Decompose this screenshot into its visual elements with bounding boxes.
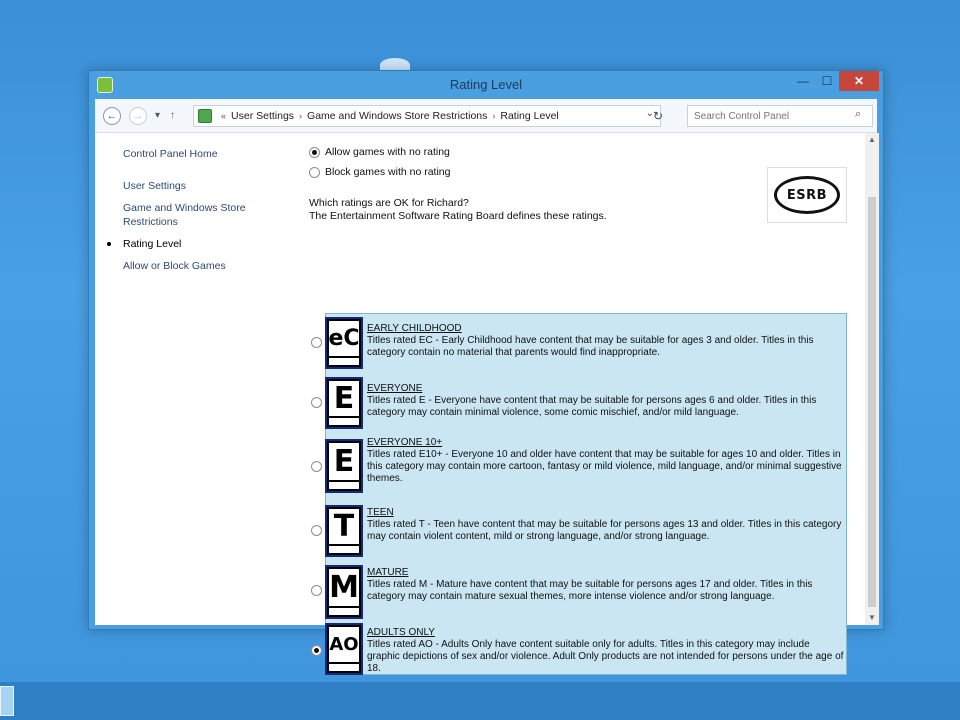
allow-no-rating-label: Allow games with no rating — [325, 146, 450, 158]
rating-title: EVERYONE — [367, 383, 423, 394]
rating-badge-m-icon: M — [325, 565, 363, 619]
up-button[interactable]: ↑ — [170, 110, 175, 121]
breadcrumb-rating-level[interactable]: Rating Level — [500, 110, 558, 122]
rating-title: EVERYONE 10+ — [367, 437, 443, 448]
rating-badge-t-icon: T — [325, 505, 363, 557]
rating-text: TEEN Titles rated T - Teen have content … — [367, 507, 845, 543]
vertical-scrollbar[interactable]: ▲ ▼ — [865, 133, 879, 625]
allow-no-rating-radio[interactable] — [309, 146, 320, 158]
rating-text: MATURE Titles rated M - Mature have cont… — [367, 567, 845, 603]
rating-badge-e10-icon: E — [325, 439, 363, 493]
title-bar[interactable]: Rating Level — ☐ ✕ — [89, 71, 883, 99]
sidebar-item-allow-block-games[interactable]: Allow or Block Games — [123, 259, 273, 273]
rating-radio-teen[interactable] — [311, 525, 322, 536]
rating-option-teen[interactable]: T TEEN Titles rated T - Teen have conten… — [311, 503, 851, 563]
rating-badge-ec-icon: eC — [325, 317, 363, 369]
rating-badge-letter: T — [327, 507, 361, 546]
control-panel-address-icon — [198, 109, 212, 123]
rating-badge-ao-icon: AO — [325, 623, 363, 675]
block-no-rating-label: Block games with no rating — [325, 166, 451, 178]
rating-option-adults-only[interactable]: AO ADULTS ONLY Titles rated AO - Adults … — [311, 623, 851, 675]
breadcrumb-overflow-icon[interactable]: « — [221, 111, 226, 121]
forward-button[interactable]: → — [129, 106, 147, 125]
sidebar-item-rating-level: Rating Level — [107, 237, 273, 251]
allow-no-rating-option[interactable]: Allow games with no rating — [309, 145, 869, 159]
sidebar-item-control-panel-home[interactable]: Control Panel Home — [123, 147, 273, 161]
rating-badge-letter: E — [327, 441, 361, 482]
back-button[interactable]: ← — [103, 106, 121, 125]
search-icon[interactable]: ⌕ — [855, 108, 861, 121]
search-input[interactable] — [687, 105, 873, 127]
close-button[interactable]: ✕ — [839, 71, 879, 91]
main-panel: Allow games with no rating Block games w… — [309, 145, 869, 223]
sidebar: Control Panel Home User Settings Game an… — [107, 147, 273, 281]
block-no-rating-radio[interactable] — [309, 166, 320, 178]
rating-badge-e-icon: E — [325, 377, 363, 429]
rating-title: MATURE — [367, 567, 409, 578]
rating-text: EARLY CHILDHOOD Titles rated EC - Early … — [367, 323, 845, 359]
rating-badge-letter: AO — [327, 625, 361, 664]
rating-text: ADULTS ONLY Titles rated AO - Adults Onl… — [367, 627, 845, 675]
breadcrumb-separator-icon[interactable]: › — [492, 111, 495, 121]
esrb-logo: ESRB — [767, 167, 847, 223]
scroll-down-icon[interactable]: ▼ — [865, 611, 879, 625]
rating-badge-letter: E — [327, 379, 361, 418]
sidebar-item-user-settings[interactable]: User Settings — [123, 179, 273, 193]
taskbar — [0, 682, 960, 720]
esrb-logo-text: ESRB — [774, 176, 840, 214]
rating-option-mature[interactable]: M MATURE Titles rated M - Mature have co… — [311, 563, 851, 623]
rating-description: Titles rated AO - Adults Only have conte… — [367, 639, 844, 674]
badge-footer — [327, 546, 361, 555]
rating-option-early-childhood[interactable]: eC EARLY CHILDHOOD Titles rated EC - Ear… — [311, 313, 851, 373]
scroll-thumb[interactable] — [868, 197, 876, 607]
rating-description: Titles rated T - Teen have content that … — [367, 519, 842, 542]
navigation-bar: ← → ▾ ↑ « User Settings › Game and Windo… — [95, 99, 877, 133]
badge-footer — [327, 482, 361, 491]
sidebar-item-game-restrictions[interactable]: Game and Windows Store Restrictions — [123, 201, 273, 229]
rating-option-everyone[interactable]: E EVERYONE Titles rated E - Everyone hav… — [311, 373, 851, 433]
rating-radio-mature[interactable] — [311, 585, 322, 596]
taskbar-app-button[interactable] — [0, 686, 14, 716]
badge-footer — [327, 358, 361, 367]
content-area: Control Panel Home User Settings Game an… — [95, 133, 879, 675]
breadcrumb-separator-icon[interactable]: › — [299, 111, 302, 121]
rating-text: EVERYONE Titles rated E - Everyone have … — [367, 383, 845, 419]
rating-title: TEEN — [367, 507, 394, 518]
rating-text: EVERYONE 10+ Titles rated E10+ - Everyon… — [367, 437, 845, 485]
rating-badge-letter: M — [327, 567, 361, 608]
badge-footer — [327, 664, 361, 673]
rating-radio-everyone[interactable] — [311, 397, 322, 408]
rating-radio-everyone-10[interactable] — [311, 461, 322, 472]
rating-option-everyone-10[interactable]: E EVERYONE 10+ Titles rated E10+ - Every… — [311, 433, 851, 503]
badge-footer — [327, 418, 361, 427]
rating-description: Titles rated E - Everyone have content t… — [367, 395, 817, 418]
rating-radio-early-childhood[interactable] — [311, 337, 322, 348]
window-title: Rating Level — [449, 77, 523, 92]
rating-description: Titles rated EC - Early Childhood have c… — [367, 335, 814, 358]
window-controls: — ☐ ✕ — [791, 71, 879, 91]
maximize-button[interactable]: ☐ — [815, 71, 839, 91]
breadcrumb-game-restrictions[interactable]: Game and Windows Store Restrictions — [307, 110, 487, 122]
rating-description: Titles rated E10+ - Everyone 10 and olde… — [367, 449, 842, 484]
ratings-list: eC EARLY CHILDHOOD Titles rated EC - Ear… — [311, 313, 851, 675]
minimize-button[interactable]: — — [791, 71, 815, 91]
rating-title: EARLY CHILDHOOD — [367, 323, 462, 334]
scroll-up-icon[interactable]: ▲ — [865, 133, 879, 147]
rating-title: ADULTS ONLY — [367, 627, 435, 638]
rating-badge-letter: eC — [327, 319, 361, 358]
rating-description: Titles rated M - Mature have content tha… — [367, 579, 813, 602]
badge-footer — [327, 608, 361, 617]
rating-level-window: Rating Level — ☐ ✕ ← → ▾ ↑ « User Settin… — [88, 70, 884, 675]
address-bar[interactable]: « User Settings › Game and Windows Store… — [193, 105, 661, 127]
refresh-icon[interactable]: ↻ — [649, 107, 667, 125]
rating-radio-adults-only[interactable] — [311, 645, 322, 656]
breadcrumb-user-settings[interactable]: User Settings — [231, 110, 294, 122]
recent-locations-icon[interactable]: ▾ — [155, 110, 160, 121]
control-panel-icon — [97, 77, 113, 93]
